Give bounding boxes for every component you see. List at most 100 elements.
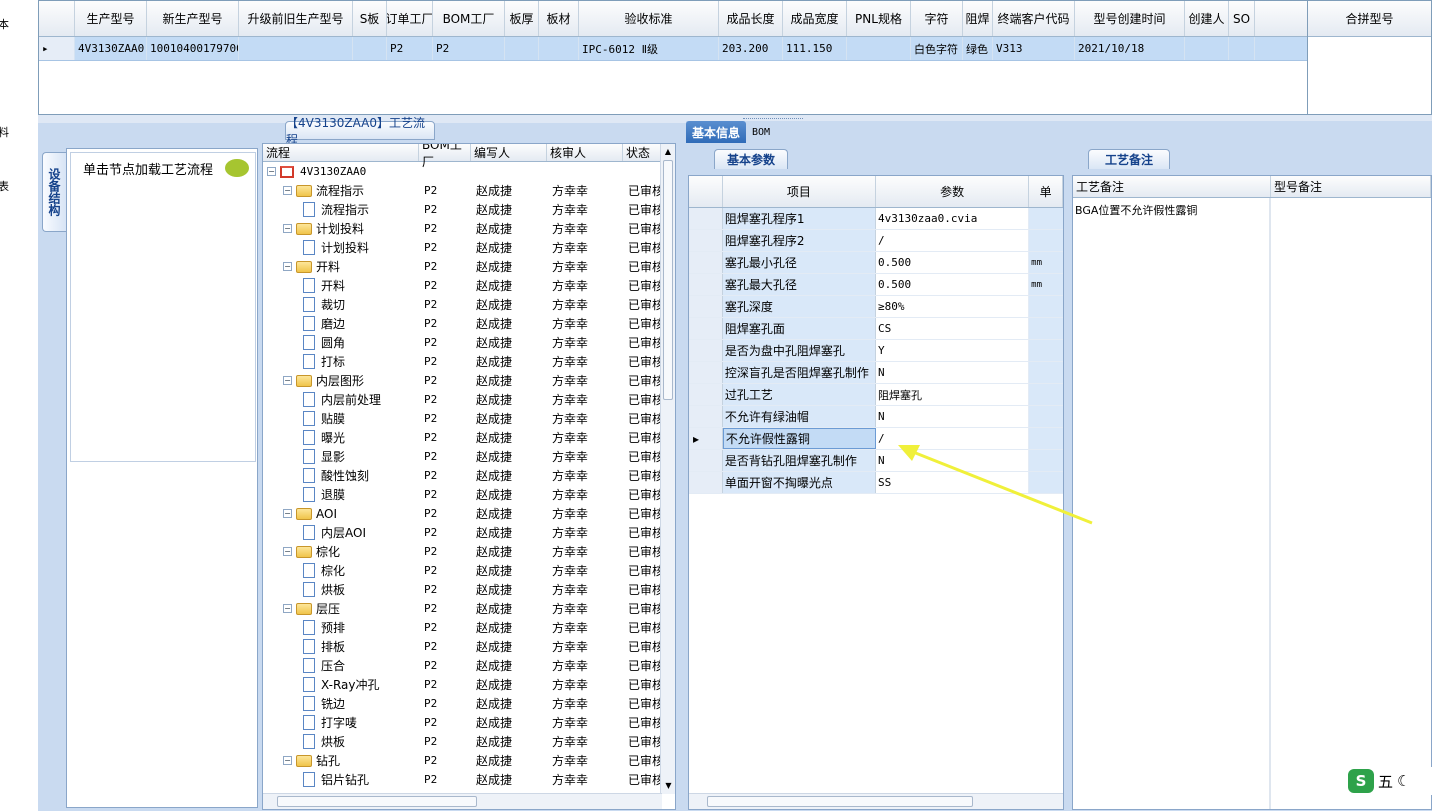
- col-header[interactable]: 成品宽度: [783, 1, 847, 36]
- grid-cell[interactable]: P2: [433, 37, 505, 60]
- grid-cell[interactable]: [239, 37, 353, 60]
- col-header[interactable]: 终端客户代码: [993, 1, 1075, 36]
- param-unit[interactable]: [1029, 318, 1063, 339]
- tab-process-notes[interactable]: 工艺备注: [1088, 149, 1170, 169]
- row-selector[interactable]: [689, 252, 723, 273]
- param-row[interactable]: 不允许有绿油帽 N: [689, 406, 1063, 428]
- collapse-icon[interactable]: −: [283, 604, 292, 613]
- param-item[interactable]: 不允许假性露铜: [722, 428, 877, 449]
- tree-row[interactable]: 曝光 P2 赵成捷 方幸幸 已审核: [263, 428, 675, 447]
- params-horizontal-scrollbar[interactable]: [689, 793, 1063, 809]
- grid-cell[interactable]: 绿色: [963, 37, 993, 60]
- param-unit[interactable]: mm: [1029, 252, 1063, 273]
- tree-row[interactable]: 显影 P2 赵成捷 方幸幸 已审核: [263, 447, 675, 466]
- tree-vertical-scrollbar[interactable]: ▲ ▼: [660, 144, 675, 794]
- col-header[interactable]: 升级前旧生产型号: [239, 1, 353, 36]
- tree-row[interactable]: − 开料 P2 赵成捷 方幸幸 已审核: [263, 257, 675, 276]
- col-header[interactable]: 型号创建时间: [1075, 1, 1185, 36]
- tree-row[interactable]: 贴膜 P2 赵成捷 方幸幸 已审核: [263, 409, 675, 428]
- collapse-icon[interactable]: −: [283, 509, 292, 518]
- merge-model-grid[interactable]: 合拼型号: [1307, 0, 1432, 115]
- grid-cell[interactable]: [1185, 37, 1229, 60]
- grid-cell[interactable]: P2: [387, 37, 433, 60]
- collapse-icon[interactable]: −: [283, 262, 292, 271]
- param-value[interactable]: 阻焊塞孔: [875, 384, 1030, 405]
- collapse-icon[interactable]: −: [283, 547, 292, 556]
- grid-cell[interactable]: 白色字符: [911, 37, 963, 60]
- tree-row[interactable]: 退膜 P2 赵成捷 方幸幸 已审核: [263, 485, 675, 504]
- param-row[interactable]: 阻焊塞孔程序2/: [689, 230, 1063, 252]
- param-item[interactable]: 阻焊塞孔程序2: [722, 230, 876, 251]
- mid-splitter[interactable]: [676, 143, 686, 810]
- collapse-icon[interactable]: −: [283, 376, 292, 385]
- collapse-icon[interactable]: −: [283, 756, 292, 765]
- col-header[interactable]: 生产型号: [75, 1, 147, 36]
- param-unit[interactable]: [1029, 384, 1063, 405]
- param-row[interactable]: 是否为盘中孔阻焊塞孔 Y: [689, 340, 1063, 362]
- param-unit[interactable]: [1029, 230, 1063, 251]
- param-value[interactable]: ≥80%: [875, 296, 1030, 317]
- row-selector-icon[interactable]: ▸: [39, 37, 75, 60]
- row-selector[interactable]: [689, 450, 723, 471]
- param-value[interactable]: 0.500: [875, 274, 1030, 295]
- col-header[interactable]: 板厚: [505, 1, 539, 36]
- tree-row[interactable]: 打字唛 P2 赵成捷 方幸幸 已审核: [263, 713, 675, 732]
- params-hscroll-thumb[interactable]: [707, 796, 973, 807]
- col-header[interactable]: 创建人: [1185, 1, 1229, 36]
- scroll-thumb[interactable]: [663, 160, 673, 400]
- tree-row[interactable]: 打标 P2 赵成捷 方幸幸 已审核: [263, 352, 675, 371]
- tree-row[interactable]: 铝片钻孔 P2 赵成捷 方幸幸 已审核: [263, 770, 675, 789]
- param-item[interactable]: 阻焊塞孔程序1: [722, 208, 876, 229]
- ime-indicator[interactable]: S 五 ☾: [1348, 767, 1432, 795]
- scroll-up-icon[interactable]: ▲: [661, 144, 675, 160]
- collapse-icon[interactable]: −: [283, 186, 292, 195]
- col-header[interactable]: 订单工厂: [387, 1, 433, 36]
- param-unit[interactable]: [1029, 296, 1063, 317]
- col-header[interactable]: 阻焊: [963, 1, 993, 36]
- col-header[interactable]: PNL规格: [847, 1, 911, 36]
- tree-row[interactable]: 酸性蚀刻 P2 赵成捷 方幸幸 已审核: [263, 466, 675, 485]
- tree-row[interactable]: 开料 P2 赵成捷 方幸幸 已审核: [263, 276, 675, 295]
- param-row[interactable]: 塞孔最大孔径 0.500 mm: [689, 274, 1063, 296]
- param-item[interactable]: 过孔工艺: [722, 384, 876, 405]
- tab-bom[interactable]: BOM: [746, 121, 776, 143]
- tree-row[interactable]: 预排 P2 赵成捷 方幸幸 已审核: [263, 618, 675, 637]
- tree-row[interactable]: − 计划投料 P2 赵成捷 方幸幸 已审核: [263, 219, 675, 238]
- param-unit[interactable]: [1029, 340, 1063, 361]
- col-header[interactable]: 成品长度: [719, 1, 783, 36]
- param-row[interactable]: 塞孔最小孔径 0.500 mm: [689, 252, 1063, 274]
- param-item[interactable]: 阻焊塞孔面: [722, 318, 876, 339]
- row-selector[interactable]: [689, 406, 723, 427]
- tree-row[interactable]: − 流程指示 P2 赵成捷 方幸幸 已审核: [263, 181, 675, 200]
- col-header[interactable]: 板材: [539, 1, 579, 36]
- tree-row[interactable]: − AOI P2 赵成捷 方幸幸 已审核: [263, 504, 675, 523]
- tree-row[interactable]: X-Ray冲孔 P2 赵成捷 方幸幸 已审核: [263, 675, 675, 694]
- model-grid[interactable]: 生产型号 新生产型号 升级前旧生产型号 S板 订单工厂 BOM工厂 板厚 板材 验收标准 成品长度…: [38, 0, 1308, 115]
- param-item[interactable]: 不允许有绿油帽: [722, 406, 876, 427]
- scroll-down-icon[interactable]: ▼: [661, 778, 675, 794]
- grid-cell[interactable]: 111.150: [783, 37, 847, 60]
- row-selector[interactable]: [689, 472, 723, 493]
- tree-row[interactable]: 计划投料 P2 赵成捷 方幸幸 已审核: [263, 238, 675, 257]
- tree-row[interactable]: 铣边 P2 赵成捷 方幸幸 已审核: [263, 694, 675, 713]
- model-grid-row[interactable]: ▸ 4V3130ZAA0 10010400179700 P2 P2 IPC-6012 Ⅱ级…: [39, 37, 1307, 61]
- tree-row[interactable]: 烘板 P2 赵成捷 方幸幸 已审核: [263, 732, 675, 751]
- tree-row[interactable]: 流程指示 P2 赵成捷 方幸幸 已审核: [263, 200, 675, 219]
- grid-cell[interactable]: 203.200: [719, 37, 783, 60]
- collapse-icon[interactable]: −: [267, 167, 276, 176]
- param-unit[interactable]: [1029, 362, 1063, 383]
- param-value[interactable]: /: [875, 230, 1030, 251]
- grid-cell[interactable]: 2021/10/18: [1075, 37, 1185, 60]
- process-flow-tree[interactable]: 流程 BOM工厂 编写人 核审人 状态 − 4V3130ZAA0 − 流程指示 P2…: [262, 143, 676, 810]
- param-item[interactable]: 是否为盘中孔阻焊塞孔: [722, 340, 876, 361]
- row-selector[interactable]: ▸: [689, 428, 723, 449]
- col-header[interactable]: 验收标准: [579, 1, 719, 36]
- row-selector[interactable]: [689, 230, 723, 251]
- col-header[interactable]: 字符: [911, 1, 963, 36]
- tree-row[interactable]: − 棕化 P2 赵成捷 方幸幸 已审核: [263, 542, 675, 561]
- grid-cell[interactable]: [353, 37, 387, 60]
- param-item[interactable]: 塞孔最小孔径: [722, 252, 876, 273]
- param-item[interactable]: 单面开窗不掏曝光点: [722, 472, 876, 493]
- grid-cell[interactable]: [539, 37, 579, 60]
- param-item[interactable]: 塞孔最大孔径: [722, 274, 876, 295]
